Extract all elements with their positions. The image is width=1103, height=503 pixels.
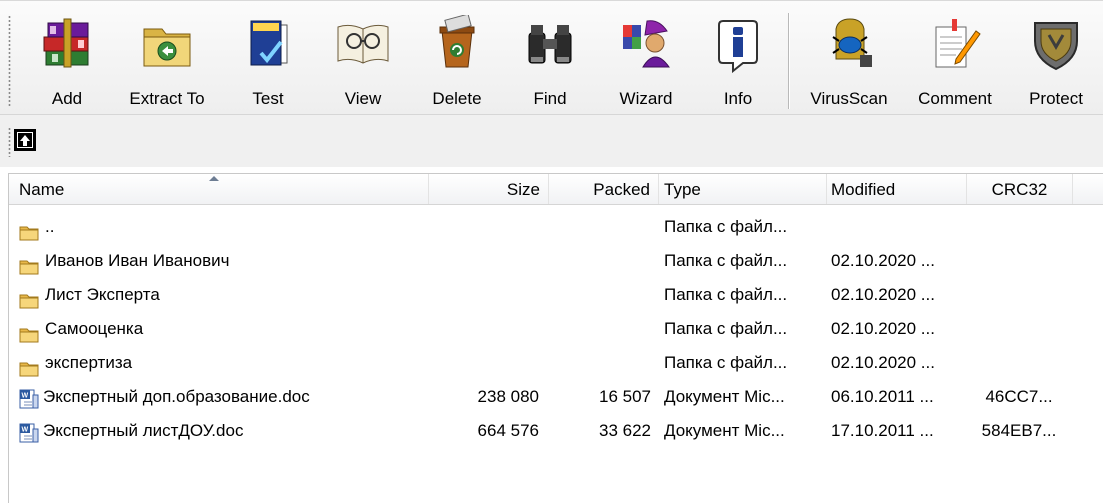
list-item[interactable]: Самооценка Папка с файл... 02.10.2020 ..… [9,312,1103,346]
list-item[interactable]: Лист Эксперта Папка с файл... 02.10.2020… [9,278,1103,312]
file-modified: 02.10.2020 ... [831,251,935,270]
column-modified-label: Modified [831,180,896,199]
protect-button[interactable]: Protect [1010,9,1102,111]
path-bar-grip[interactable] [8,127,11,157]
file-type: Папка с файл... [664,285,788,304]
up-folder-icon [20,135,30,146]
file-modified: 02.10.2020 ... [831,319,935,338]
word-document-icon: W [19,421,39,443]
protect-shield-icon [1034,22,1078,71]
file-type: Папка с файл... [664,217,788,236]
file-size: 664 576 [477,421,539,440]
file-name: Лист Эксперта [45,285,160,304]
folder-icon [19,355,39,377]
info-button[interactable]: Info [696,9,780,111]
column-header-crc32[interactable]: CRC32 [967,174,1073,204]
delete-label: Delete [432,89,482,108]
column-type-label: Type [664,180,701,199]
file-name: экспертиза [45,353,133,372]
up-folder-button[interactable] [14,129,36,151]
recycle-bin-icon [439,15,475,68]
test-document-icon [250,20,288,66]
virus-scan-icon [832,18,872,67]
list-item[interactable]: Иванов Иван Иванович Папка с файл... 02.… [9,244,1103,278]
file-type: Папка с файл... [664,353,788,372]
list-item[interactable]: .. Папка с файл... [9,210,1103,244]
list-item[interactable]: W Экспертный доп.образование.doc 238 080… [9,380,1103,414]
file-modified: 02.10.2020 ... [831,353,935,372]
file-type: Папка с файл... [664,319,788,338]
view-glasses-book-icon [337,24,389,64]
file-type: Папка с файл... [664,251,788,270]
folder-icon [19,321,39,343]
column-size-label: Size [506,180,540,199]
file-name: Экспертный листДОУ.doc [43,421,244,440]
file-crc32: 584EB7... [981,421,1057,440]
column-packed-label: Packed [593,180,650,199]
column-header-name[interactable]: Name [9,174,429,204]
toolbar: Add Extract To Test View Delete Find Wiz… [0,0,1103,115]
file-packed: 33 622 [599,421,651,440]
toolbar-separator [788,13,789,109]
virus-scan-label: VirusScan [810,89,888,108]
column-crc32-label: CRC32 [991,180,1048,199]
binoculars-icon [528,25,572,64]
file-name: Иванов Иван Иванович [45,251,230,270]
add-button[interactable]: Add [20,9,114,111]
list-item[interactable]: экспертиза Папка с файл... 02.10.2020 ..… [9,346,1103,380]
comment-pencil-icon [935,19,981,68]
file-crc32: 46CC7... [985,387,1053,406]
info-label: Info [723,89,753,108]
folder-icon [19,253,39,275]
column-name-label: Name [19,180,65,199]
file-modified: 17.10.2011 ... [831,421,934,440]
file-modified: 02.10.2020 ... [831,285,935,304]
find-button[interactable]: Find [508,9,592,111]
folder-icon [19,287,39,309]
comment-button[interactable]: Comment [904,9,1006,111]
file-type: Документ Mic... [664,421,785,440]
info-icon [718,20,758,73]
svg-text:W: W [22,427,29,434]
list-item[interactable]: W Экспертный листДОУ.doc 664 576 33 622 … [9,414,1103,448]
file-name: .. [45,217,55,236]
svg-text:W: W [22,393,29,400]
file-list[interactable]: Name Size Packed Type Modified CRC32 .. … [8,173,1103,503]
view-button[interactable]: View [322,9,404,111]
wizard-label: Wizard [619,89,673,108]
list-header: Name Size Packed Type Modified CRC32 [9,174,1103,205]
sort-ascending-icon [209,176,219,181]
view-label: View [344,89,382,108]
file-name: Самооценка [45,319,144,338]
file-type: Документ Mic... [664,387,785,406]
file-name: Экспертный доп.образование.doc [43,387,310,406]
extract-to-label: Extract To [129,89,205,108]
file-packed: 16 507 [599,387,651,406]
wizard-icon [623,20,670,68]
add-label: Add [51,89,83,108]
winrar-books-icon [43,18,89,68]
virus-scan-button[interactable]: VirusScan [798,9,900,111]
comment-label: Comment [918,89,992,108]
folder-icon [19,219,39,241]
protect-label: Protect [1029,89,1083,108]
extract-to-button[interactable]: Extract To [114,9,220,111]
column-header-modified[interactable]: Modified [827,174,967,204]
extract-folder-icon [143,28,191,67]
toolbar-grip[interactable] [8,15,11,107]
column-header-type[interactable]: Type [659,174,827,204]
find-label: Find [533,89,567,108]
column-header-size[interactable]: Size [429,174,549,204]
column-header-packed[interactable]: Packed [549,174,659,204]
file-size: 238 080 [477,387,539,406]
delete-button[interactable]: Delete [414,9,500,111]
test-label: Test [252,89,284,108]
test-button[interactable]: Test [226,9,310,111]
file-modified: 06.10.2011 ... [831,387,934,406]
path-bar [0,114,1103,167]
wizard-button[interactable]: Wizard [598,9,694,111]
word-document-icon: W [19,387,39,409]
